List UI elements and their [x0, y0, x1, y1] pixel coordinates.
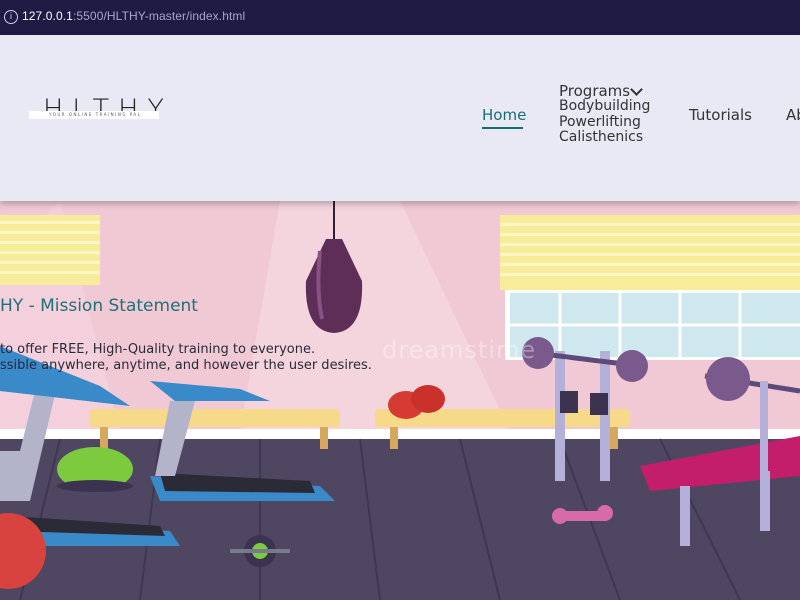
gym-hero-illustration: [0, 201, 800, 600]
right-window: [500, 215, 800, 360]
url-field[interactable]: 127.0.0.1:5500/HLTHY-master/index.html: [22, 9, 245, 23]
stock-watermark: dreamstime: [382, 336, 537, 364]
nav-home-link[interactable]: Home: [482, 106, 526, 124]
nav-item-calisthenics[interactable]: Calisthenics: [559, 129, 643, 145]
site-logo[interactable]: HLTHY YOUR ONLINE TRAINING PAL: [29, 95, 164, 125]
nav-item-bodybuilding[interactable]: Bodybuilding: [559, 98, 650, 114]
mission-statement-heading: HY - Mission Statement: [0, 296, 198, 316]
url-host: 127.0.0.1: [22, 9, 73, 23]
nav-item-powerlifting[interactable]: Powerlifting: [559, 114, 641, 130]
nav-tutorials-link[interactable]: Tutorials: [689, 106, 752, 124]
info-icon[interactable]: i: [4, 10, 18, 24]
url-path: :5500/HLTHY-master/index.html: [72, 9, 246, 23]
active-nav-underline: [482, 127, 523, 129]
left-window-blinds: [0, 215, 100, 285]
browser-address-bar[interactable]: i 127.0.0.1:5500/HLTHY-master/index.html: [0, 0, 800, 36]
logo-text: HLTHY: [43, 94, 173, 125]
logo-tagline: YOUR ONLINE TRAINING PAL: [49, 112, 142, 117]
mission-text-line-1: to offer FREE, High-Quality training to …: [0, 342, 316, 357]
nav-about-link[interactable]: Ab: [786, 106, 800, 124]
mission-text-line-2: ssible anywhere, anytime, and however th…: [0, 358, 372, 373]
